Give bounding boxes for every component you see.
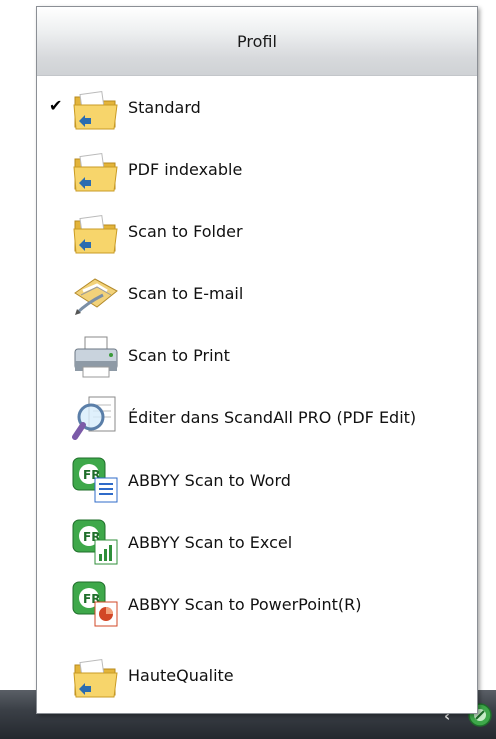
menu-header: Profil [37, 7, 477, 76]
menu-item-abbyy-word[interactable]: FR ABBYY Scan to Word [37, 452, 477, 510]
menu-item-label: PDF indexable [128, 160, 243, 179]
folder-icon [71, 651, 121, 701]
menu-item-abbyy-powerpoint[interactable]: FR ABBYY Scan to PowerPoint(R) [37, 576, 477, 634]
menu-item-scan-to-print[interactable]: Scan to Print [37, 327, 477, 385]
abbyy-excel-icon: FR [71, 518, 121, 568]
menu-item-hautequalite[interactable]: HauteQualite [37, 647, 477, 705]
menu-item-label: Scan to E-mail [128, 284, 244, 303]
menu-item-label: Standard [128, 98, 201, 117]
profile-menu: Profil ✔ Standard PDF indexable Scan to … [36, 6, 478, 714]
abbyy-word-icon: FR [71, 456, 121, 506]
menu-item-label: HauteQualite [128, 666, 234, 685]
folder-icon [71, 207, 121, 257]
magnifier-icon [71, 393, 121, 443]
menu-item-label: Scan to Folder [128, 222, 243, 241]
menu-title: Profil [237, 31, 277, 51]
abbyy-powerpoint-icon: FR [71, 580, 121, 630]
printer-icon [71, 331, 121, 381]
menu-item-scan-to-email[interactable]: Scan to E-mail [37, 265, 477, 323]
menu-item-abbyy-excel[interactable]: FR ABBYY Scan to Excel [37, 514, 477, 572]
email-icon [71, 269, 121, 319]
menu-item-scandall-pdf-edit[interactable]: Éditer dans ScandAll PRO (PDF Edit) [37, 389, 477, 447]
menu-item-standard[interactable]: ✔ Standard [37, 79, 477, 137]
menu-item-label: ABBYY Scan to Word [128, 471, 291, 490]
menu-item-label: ABBYY Scan to PowerPoint(R) [128, 595, 362, 614]
folder-icon [71, 145, 121, 195]
menu-item-label: Éditer dans ScandAll PRO (PDF Edit) [128, 408, 417, 427]
menu-item-label: Scan to Print [128, 346, 230, 365]
menu-item-scan-to-folder[interactable]: Scan to Folder [37, 203, 477, 261]
menu-item-pdf-indexable[interactable]: PDF indexable [37, 141, 477, 199]
check-icon: ✔ [49, 96, 63, 115]
folder-icon [71, 83, 121, 133]
menu-item-label: ABBYY Scan to Excel [128, 533, 293, 552]
